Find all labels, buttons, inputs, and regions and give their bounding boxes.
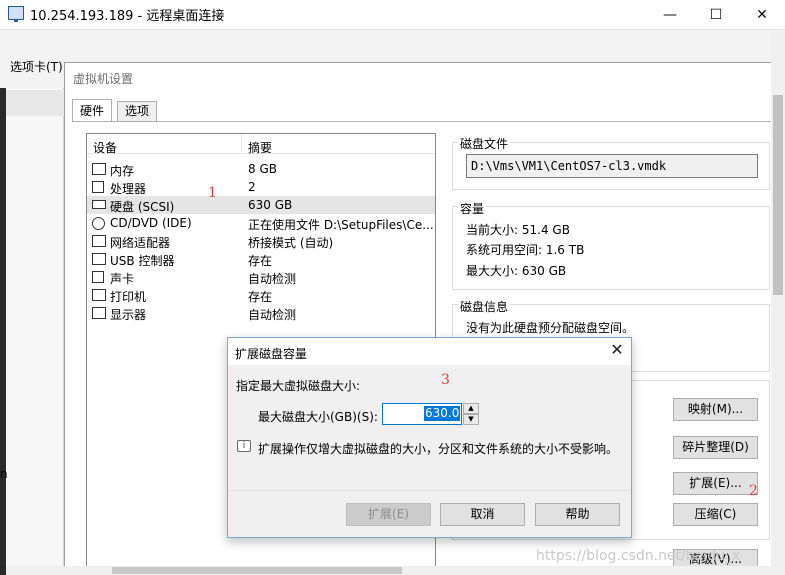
disk-info-text: 没有为此硬盘预分配磁盘空间。 bbox=[466, 321, 635, 335]
device-name: USB 控制器 bbox=[110, 254, 175, 268]
max-disk-size-value[interactable]: 630.0 bbox=[424, 406, 461, 421]
device-row-display[interactable]: 显示器 自动检测 bbox=[87, 304, 435, 322]
sound-card-icon bbox=[92, 271, 104, 283]
tab-hardware[interactable]: 硬件 bbox=[72, 99, 113, 121]
annotation-3: 3 bbox=[441, 372, 450, 388]
device-name: 打印机 bbox=[110, 290, 147, 304]
device-row-printer[interactable]: 打印机 存在 bbox=[87, 286, 435, 304]
host-left-selected-row bbox=[6, 90, 64, 116]
device-name: 处理器 bbox=[110, 182, 147, 196]
device-name: 内存 bbox=[110, 164, 135, 178]
rdp-window-title: 10.254.193.189 - 远程桌面连接 bbox=[30, 9, 225, 24]
device-summary: 2 bbox=[248, 180, 256, 194]
device-name: CD/DVD (IDE) bbox=[110, 216, 192, 230]
expand-dialog-title: 扩展磁盘容量 bbox=[235, 347, 308, 361]
device-summary: 正在使用文件 D:\SetupFiles\Ce... bbox=[248, 218, 434, 232]
usb-controller-icon bbox=[92, 253, 106, 265]
tab-options[interactable]: 选项 bbox=[117, 101, 158, 121]
device-name: 硬盘 (SCSI) bbox=[110, 200, 175, 214]
max-size: 最大大小: 630 GB bbox=[466, 264, 567, 278]
dialog-expand-button[interactable]: 扩展(E) bbox=[346, 503, 431, 526]
device-summary: 630 GB bbox=[248, 198, 293, 212]
vm-settings-title: 虚拟机设置 bbox=[73, 72, 134, 86]
display-icon bbox=[92, 307, 106, 319]
watermark: https://blog.csdn.net/baidu_x bbox=[536, 548, 741, 564]
max-disk-size-label: 最大磁盘大小(GB)(S): bbox=[258, 410, 378, 424]
device-summary: 自动检测 bbox=[248, 308, 297, 322]
spin-down-button[interactable]: ▼ bbox=[463, 414, 479, 425]
device-name: 声卡 bbox=[110, 272, 135, 286]
compact-button[interactable]: 压缩(C) bbox=[673, 503, 758, 526]
memory-icon bbox=[92, 163, 106, 175]
printer-icon bbox=[92, 289, 106, 301]
horizontal-scrollbar-thumb[interactable] bbox=[112, 567, 402, 574]
defragment-button[interactable]: 碎片整理(D) bbox=[673, 436, 758, 459]
minimize-button[interactable]: — bbox=[647, 0, 693, 30]
hard-disk-icon bbox=[92, 200, 106, 209]
expand-info-text: 扩展操作仅增大虚拟磁盘的大小，分区和文件系统的大小不受影响。 bbox=[258, 442, 619, 456]
disk-file-path[interactable]: D:\Vms\VM1\CentOS7-cl3.vmdk bbox=[466, 154, 758, 178]
annotation-2: 2 bbox=[749, 483, 758, 499]
device-row-hard-disk[interactable]: 硬盘 (SCSI) 630 GB bbox=[87, 196, 435, 214]
capacity-title: 容量 bbox=[458, 200, 487, 217]
host-left-pane bbox=[6, 88, 64, 575]
device-row-usb[interactable]: USB 控制器 存在 bbox=[87, 250, 435, 268]
column-separator[interactable] bbox=[241, 134, 242, 154]
expand-dialog-separator bbox=[228, 490, 631, 491]
disk-file-title: 磁盘文件 bbox=[458, 135, 511, 152]
dialog-help-button[interactable]: 帮助 bbox=[535, 503, 620, 526]
device-row-cpu[interactable]: 处理器 2 bbox=[87, 178, 435, 196]
annotation-1: 1 bbox=[208, 185, 217, 201]
current-size: 当前大小: 51.4 GB bbox=[466, 223, 570, 237]
host-tab-menu[interactable]: 选项卡(T) bbox=[10, 58, 63, 75]
device-row-sound[interactable]: 声卡 自动检测 bbox=[87, 268, 435, 286]
system-free-space: 系统可用空间: 1.6 TB bbox=[466, 243, 585, 257]
info-icon: i bbox=[237, 440, 251, 452]
expand-dialog-close-button[interactable]: ✕ bbox=[607, 340, 627, 360]
device-summary: 存在 bbox=[248, 290, 273, 304]
device-row-memory[interactable]: 内存 8 GB bbox=[87, 160, 435, 178]
vertical-scrollbar-thumb[interactable] bbox=[773, 95, 783, 295]
disk-info-title: 磁盘信息 bbox=[458, 298, 511, 315]
column-header-summary[interactable]: 摘要 bbox=[248, 139, 272, 156]
column-header-device[interactable]: 设备 bbox=[93, 139, 117, 156]
remote-desktop-icon bbox=[8, 6, 24, 22]
expand-button[interactable]: 扩展(E)... bbox=[673, 472, 758, 495]
device-name: 显示器 bbox=[110, 308, 147, 322]
device-summary: 桥接模式 (自动) bbox=[248, 236, 334, 250]
dialog-cancel-button[interactable]: 取消 bbox=[440, 503, 525, 526]
device-summary: 8 GB bbox=[248, 162, 277, 176]
device-row-cd-dvd[interactable]: CD/DVD (IDE) 正在使用文件 D:\SetupFiles\Ce... bbox=[87, 214, 435, 232]
close-button[interactable]: ✕ bbox=[739, 0, 785, 30]
expand-prompt: 指定最大虚拟磁盘大小: bbox=[236, 379, 361, 393]
cpu-icon bbox=[92, 181, 104, 193]
device-row-network[interactable]: 网络适配器 桥接模式 (自动) bbox=[87, 232, 435, 250]
device-summary: 存在 bbox=[248, 254, 273, 268]
maximize-button[interactable]: ☐ bbox=[693, 0, 739, 30]
device-summary: 自动检测 bbox=[248, 272, 297, 286]
spin-up-button[interactable]: ▲ bbox=[463, 403, 479, 414]
network-adapter-icon bbox=[92, 235, 106, 247]
map-button[interactable]: 映射(M)... bbox=[673, 398, 758, 421]
cd-dvd-icon bbox=[92, 217, 105, 230]
device-name: 网络适配器 bbox=[110, 236, 171, 250]
host-left-text: n bbox=[0, 467, 8, 481]
